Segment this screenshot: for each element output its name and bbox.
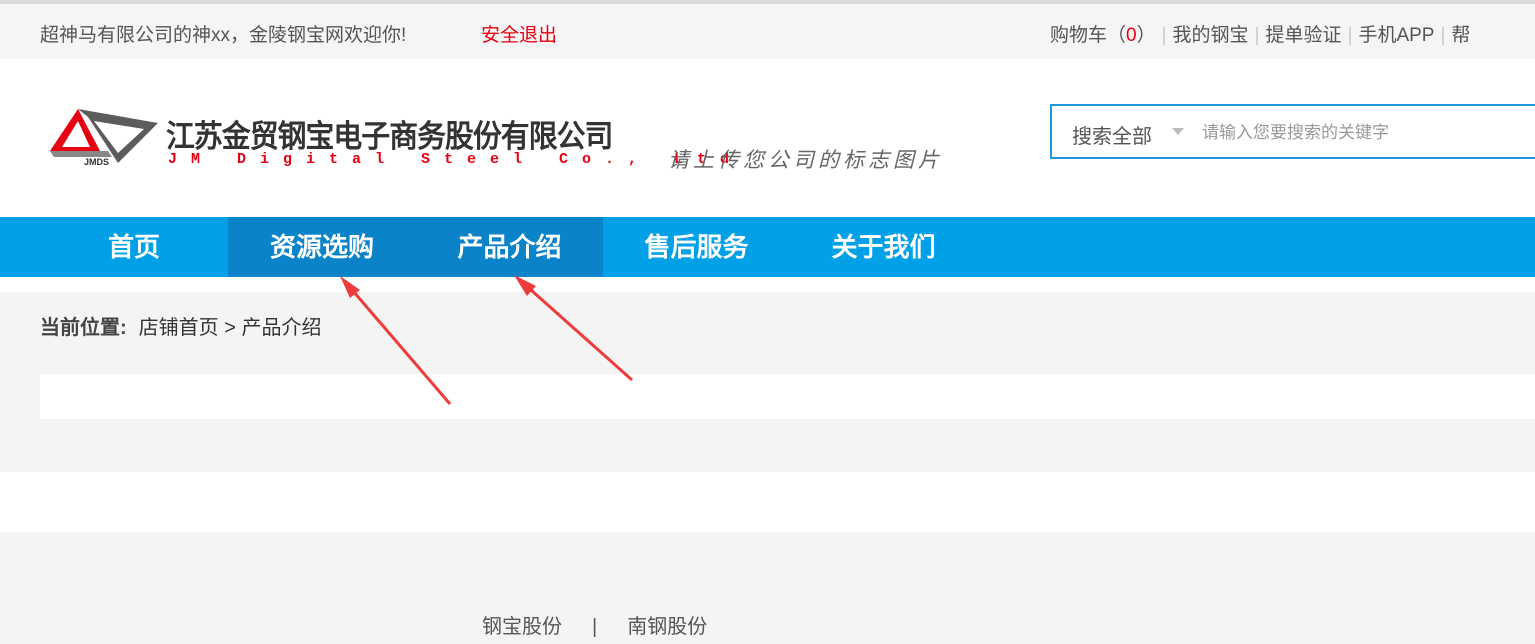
my-gangbao-link[interactable]: 我的钢宝 xyxy=(1173,25,1249,46)
search-input[interactable] xyxy=(1200,118,1535,148)
logo-mark-text: JMDS xyxy=(84,157,109,167)
cart-link[interactable]: 购物车（0） xyxy=(1050,25,1156,46)
footer-link-gangbao[interactable]: 钢宝股份 xyxy=(482,616,562,638)
breadcrumb-home-link[interactable]: 店铺首页 xyxy=(139,317,219,339)
content-panel xyxy=(40,374,1535,419)
breadcrumb-prefix: 当前位置: xyxy=(40,317,127,339)
company-name-cn: 江苏金贸钢宝电子商务股份有限公司 xyxy=(166,119,613,155)
help-link[interactable]: 帮 xyxy=(1451,25,1470,46)
logout-link[interactable]: 安全退出 xyxy=(481,20,557,47)
bill-verify-link[interactable]: 提单验证 xyxy=(1266,25,1342,46)
breadcrumb-separator: > xyxy=(224,317,236,339)
company-name-en: JM Digital Steel Co., Ltd xyxy=(168,151,744,168)
divider: | xyxy=(1254,25,1260,46)
top-links: 购物车（0） | 我的钢宝 | 提单验证 | 手机APP | 帮 xyxy=(1050,20,1470,47)
logo-mark-icon: JMDS xyxy=(50,109,158,167)
search-scope-select[interactable]: 搜索全部 xyxy=(1072,120,1152,149)
top-bar: 超神马有限公司的神xx，金陵钢宝网欢迎你! 安全退出 购物车（0） | 我的钢宝 | 提… xyxy=(0,0,1535,59)
divider: | xyxy=(1347,25,1353,46)
footer: 钢宝股份 | 南钢股份 xyxy=(0,532,1535,644)
cart-count: 0 xyxy=(1126,25,1137,46)
nav-item-resource-purchase[interactable]: 资源选购 xyxy=(228,217,416,277)
nav-item-home[interactable]: 首页 xyxy=(40,217,228,277)
welcome-text: 超神马有限公司的神xx，金陵钢宝网欢迎你! xyxy=(40,25,407,46)
divider: | xyxy=(1161,25,1167,46)
footer-divider: | xyxy=(592,616,598,638)
logo-upload-hint: 请上传您公司的标志图片 xyxy=(668,148,943,172)
nav-item-about-us[interactable]: 关于我们 xyxy=(790,217,977,277)
header: JMDS 江苏金贸钢宝电子商务股份有限公司 JM Digital Steel C… xyxy=(0,59,1535,217)
nav-item-product-intro[interactable]: 产品介绍 xyxy=(416,217,603,277)
footer-links: 钢宝股份 | 南钢股份 xyxy=(482,610,707,639)
mobile-app-link[interactable]: 手机APP xyxy=(1358,25,1434,46)
search-box: 搜索全部 xyxy=(1050,104,1535,159)
divider: | xyxy=(1440,25,1446,46)
breadcrumb: 当前位置: 店铺首页 > 产品介绍 xyxy=(40,311,321,340)
chevron-down-icon[interactable] xyxy=(1172,128,1184,135)
cart-label: 购物车（ xyxy=(1050,25,1127,46)
footer-link-nangang[interactable]: 南钢股份 xyxy=(627,616,707,638)
cart-label-close: ） xyxy=(1136,25,1156,46)
company-logo[interactable]: JMDS 江苏金贸钢宝电子商务股份有限公司 JM Digital Steel C… xyxy=(48,101,729,173)
breadcrumb-current: 产品介绍 xyxy=(241,317,322,339)
nav-item-after-sales[interactable]: 售后服务 xyxy=(603,217,790,277)
main-content: 当前位置: 店铺首页 > 产品介绍 xyxy=(0,292,1535,472)
main-nav: 首页 资源选购 产品介绍 售后服务 关于我们 xyxy=(0,217,1535,277)
